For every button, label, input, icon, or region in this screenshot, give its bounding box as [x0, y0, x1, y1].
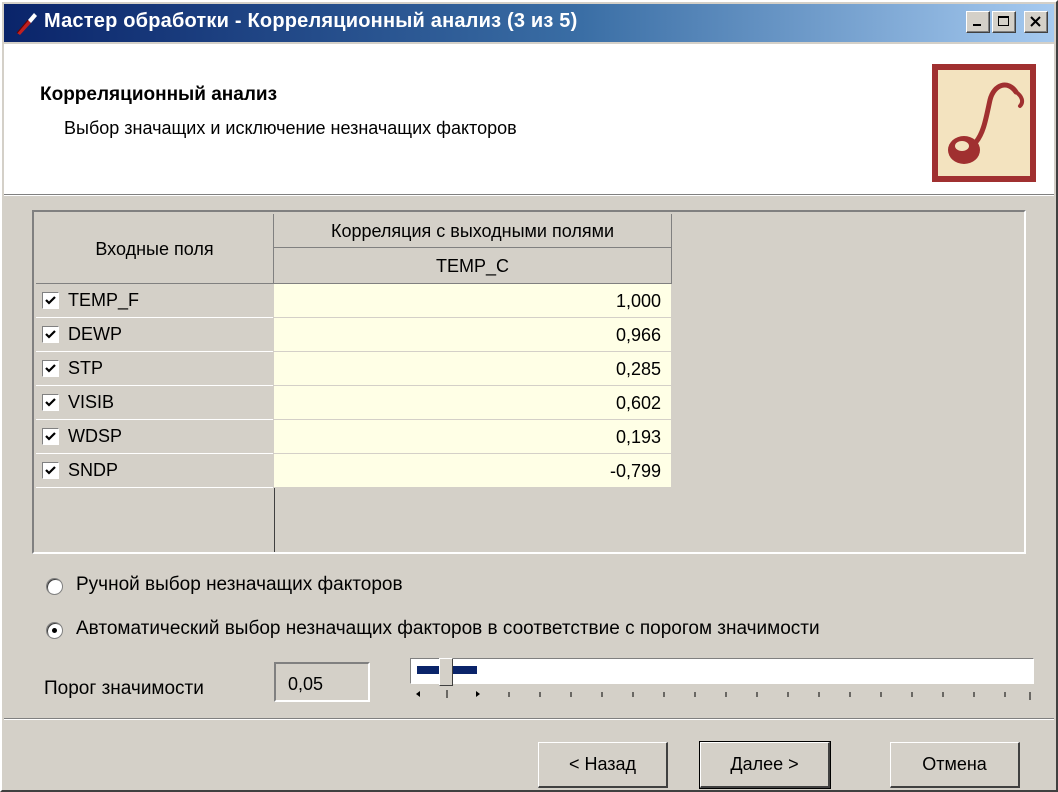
checkmark-icon — [45, 364, 56, 373]
table-row: STP 0,285 — [34, 352, 1024, 386]
radio-selected-dot — [52, 628, 57, 633]
checkmark-icon — [45, 330, 56, 339]
header-title: Корреляционный анализ — [40, 84, 278, 105]
close-icon — [1030, 16, 1041, 27]
minimize-button[interactable] — [966, 11, 990, 33]
header-divider — [4, 195, 1054, 196]
field-name: DEWP — [68, 324, 122, 344]
checkmark-icon — [45, 432, 56, 441]
minimize-icon — [973, 24, 981, 26]
column-header-output-field[interactable]: TEMP_C — [274, 248, 672, 284]
column-header-input-fields[interactable]: Входные поля — [36, 214, 274, 284]
table-row: WDSP 0,193 — [34, 420, 1024, 454]
correlation-value[interactable]: 1,000 — [274, 284, 672, 318]
table-row: SNDP -0,799 — [34, 454, 1024, 488]
title-bar: Мастер обработки - Корреляционный анализ… — [4, 4, 1054, 42]
column-header-correlation[interactable]: Корреляция с выходными полями — [274, 214, 672, 248]
threshold-label: Порог значимости — [44, 678, 204, 699]
checkmark-icon — [45, 466, 56, 475]
checkmark-icon — [45, 296, 56, 305]
row-checkbox[interactable] — [42, 428, 59, 445]
correlation-value[interactable]: 0,602 — [274, 386, 672, 420]
field-name: TEMP_F — [68, 290, 140, 310]
row-checkbox[interactable] — [42, 326, 59, 343]
row-checkbox[interactable] — [42, 394, 59, 411]
wizard-header: Корреляционный анализ Выбор значащих и и… — [4, 44, 1054, 195]
cancel-button[interactable]: Отмена — [890, 742, 1020, 788]
close-button[interactable] — [1024, 11, 1048, 33]
manual-selection-label[interactable]: Ручной выбор незначащих факторов — [76, 574, 403, 596]
row-checkbox[interactable] — [42, 462, 59, 479]
correlation-value[interactable]: 0,285 — [274, 352, 672, 386]
header-subtitle: Выбор значащих и исключение незначащих ф… — [64, 118, 517, 138]
threshold-slider-track[interactable] — [410, 658, 1034, 684]
table-row: TEMP_F 1,000 — [34, 284, 1024, 318]
correlation-grid[interactable]: Входные поля Корреляция с выходными поля… — [32, 210, 1026, 554]
field-name: SNDP — [68, 460, 119, 480]
pipe-logo-icon — [932, 64, 1036, 182]
table-row: DEWP 0,966 — [34, 318, 1024, 352]
checkmark-icon — [45, 398, 56, 407]
back-button[interactable]: < Назад — [538, 742, 668, 788]
auto-selection-label[interactable]: Автоматический выбор незначащих факторов… — [76, 618, 820, 640]
row-checkbox[interactable] — [42, 292, 59, 309]
manual-selection-radio[interactable] — [46, 578, 63, 595]
window-title: Мастер обработки - Корреляционный анализ… — [44, 10, 578, 32]
row-checkbox[interactable] — [42, 360, 59, 377]
maximize-button[interactable] — [992, 11, 1016, 33]
wizard-window: Мастер обработки - Корреляционный анализ… — [0, 0, 1058, 792]
threshold-value-field[interactable]: 0,05 — [274, 662, 370, 702]
wizard-icon — [16, 13, 37, 35]
slider-ticks — [416, 690, 1031, 700]
correlation-value[interactable]: 0,966 — [274, 318, 672, 352]
field-name: VISIB — [68, 392, 115, 412]
field-name: WDSP — [68, 426, 122, 446]
threshold-slider-thumb[interactable] — [439, 658, 453, 686]
table-row: VISIB 0,602 — [34, 386, 1024, 420]
field-name: STP — [68, 358, 104, 378]
maximize-icon — [998, 16, 1009, 26]
correlation-value[interactable]: 0,193 — [274, 420, 672, 454]
next-button[interactable]: Далее > — [699, 741, 831, 789]
correlation-value[interactable]: -0,799 — [274, 454, 672, 488]
auto-selection-radio[interactable] — [46, 622, 63, 639]
